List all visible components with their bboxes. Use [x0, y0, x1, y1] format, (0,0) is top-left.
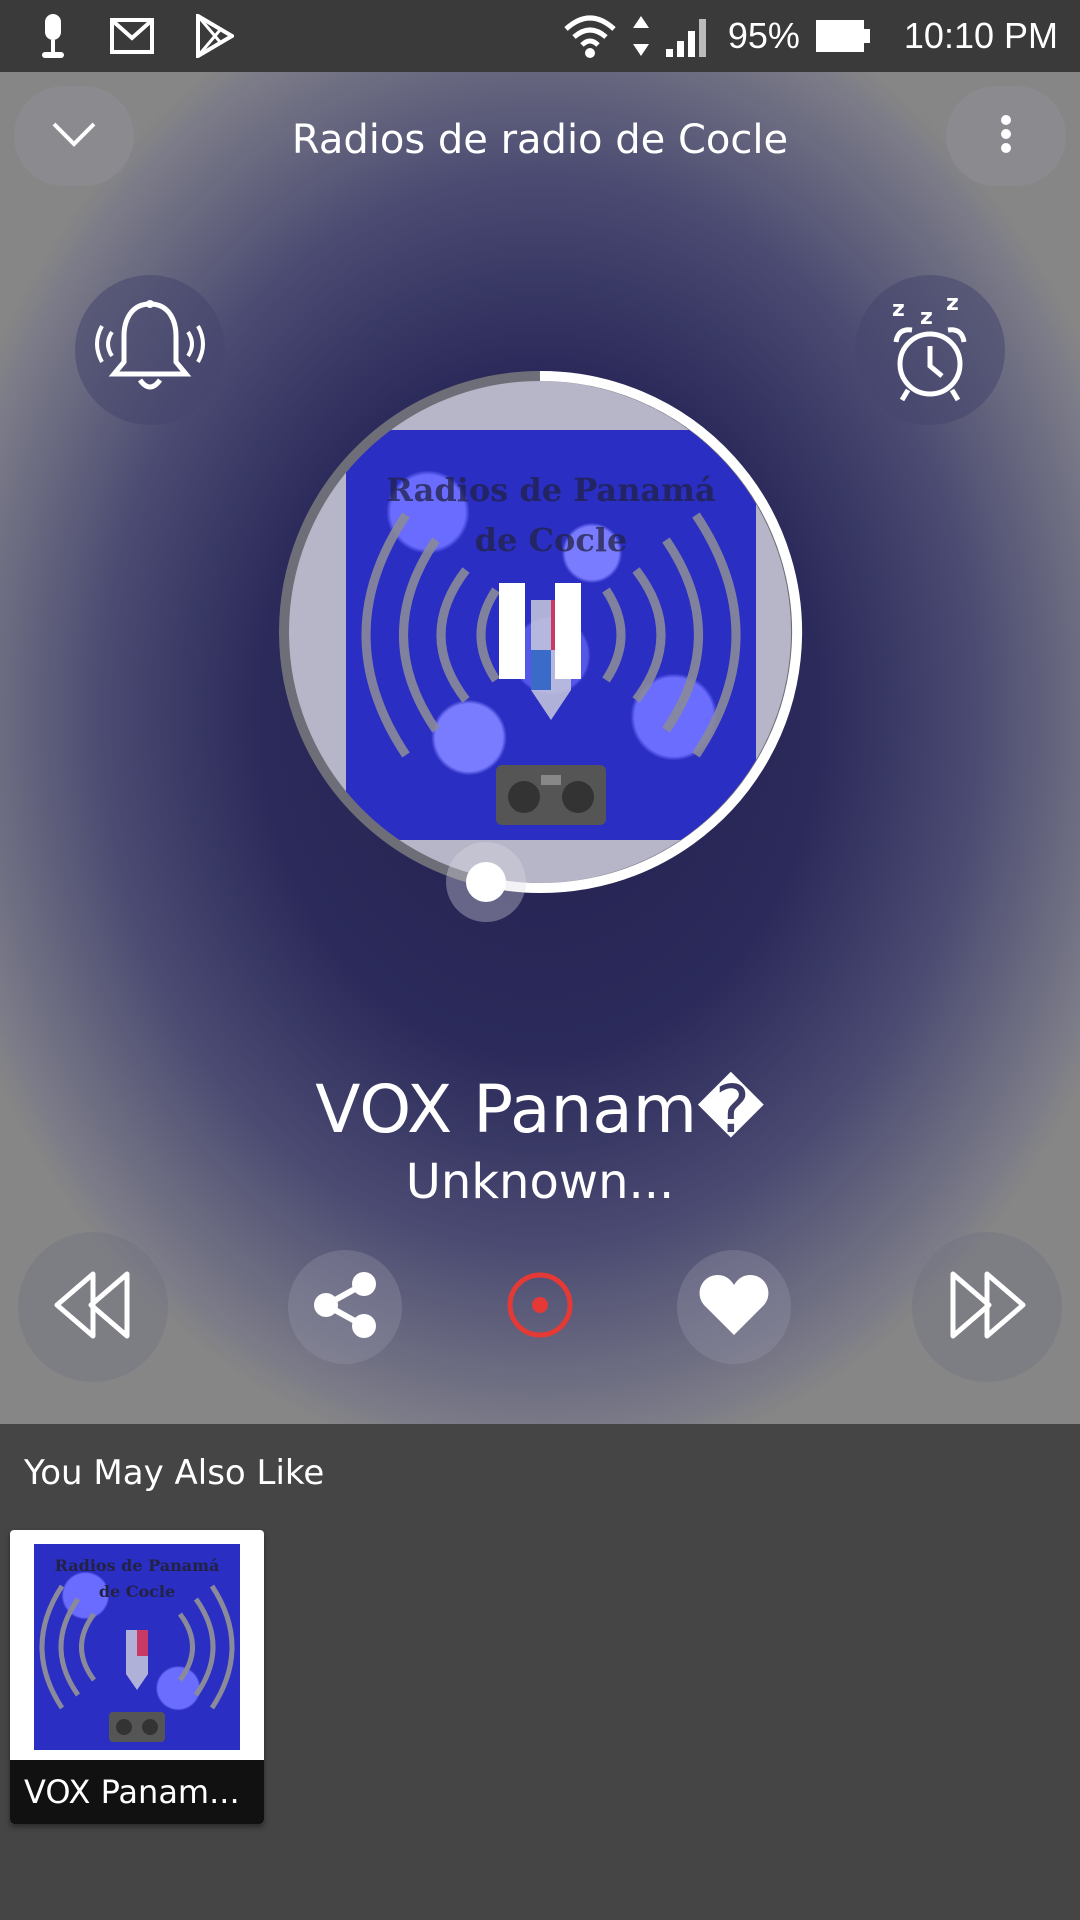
data-arrows-icon — [632, 14, 650, 58]
clock: 10:10 PM — [903, 15, 1058, 56]
sleep-timer-button[interactable]: zzz — [855, 275, 1005, 425]
track-subtitle: Unknown... — [405, 1154, 675, 1210]
wifi-icon — [562, 13, 618, 59]
battery-icon — [814, 16, 872, 56]
collapse-button[interactable] — [14, 86, 134, 186]
station-name: VOX Panam� — [315, 1071, 765, 1148]
record-icon — [505, 1270, 575, 1344]
battery-percent: 95% — [727, 15, 800, 56]
more-options-button[interactable] — [946, 86, 1066, 186]
share-button[interactable] — [288, 1250, 402, 1364]
play-pause-button[interactable] — [490, 578, 590, 688]
recommendations-heading: You May Also Like — [24, 1453, 325, 1493]
favorite-button[interactable] — [677, 1250, 791, 1364]
sleep-alarm-icon: zzz — [882, 290, 978, 410]
pause-icon — [495, 581, 585, 685]
fast-forward-icon — [947, 1270, 1027, 1344]
microphone-icon — [36, 12, 70, 60]
gmail-icon — [110, 18, 154, 54]
recommendation-artwork-line1: Radios de Panamá — [54, 1556, 220, 1575]
chevron-down-icon — [50, 120, 98, 152]
play-store-icon — [194, 14, 234, 58]
cell-signal-icon — [664, 13, 714, 59]
recommendation-artwork-line2: de Cocle — [98, 1582, 176, 1601]
recommendation-artwork: Radios de Panamá de Cocle — [34, 1544, 240, 1750]
share-icon — [310, 1270, 380, 1344]
svg-text:z: z — [946, 291, 959, 316]
record-button[interactable] — [483, 1250, 597, 1364]
recommendation-card[interactable]: Radios de Panamá de Cocle VOX Panam... — [10, 1530, 264, 1824]
alarm-button[interactable] — [75, 275, 225, 425]
svg-text:z: z — [920, 305, 933, 330]
next-button[interactable] — [912, 1232, 1062, 1382]
bell-icon — [94, 296, 206, 404]
album-art-container: Radios de Panamá de Cocle — [276, 368, 804, 922]
recommendation-label: VOX Panam... — [10, 1760, 264, 1824]
previous-button[interactable] — [18, 1232, 168, 1382]
progress-handle[interactable] — [446, 842, 526, 922]
more-vert-icon — [1000, 114, 1012, 158]
svg-text:z: z — [892, 297, 905, 322]
status-bar: 95% 10:10 PM — [0, 0, 1080, 72]
page-title: Radios de radio de Cocle — [291, 117, 789, 163]
heart-icon — [698, 1273, 770, 1341]
player-panel: Radios de radio de Cocle zzz Radios de P… — [0, 72, 1080, 1424]
rewind-icon — [53, 1270, 133, 1344]
